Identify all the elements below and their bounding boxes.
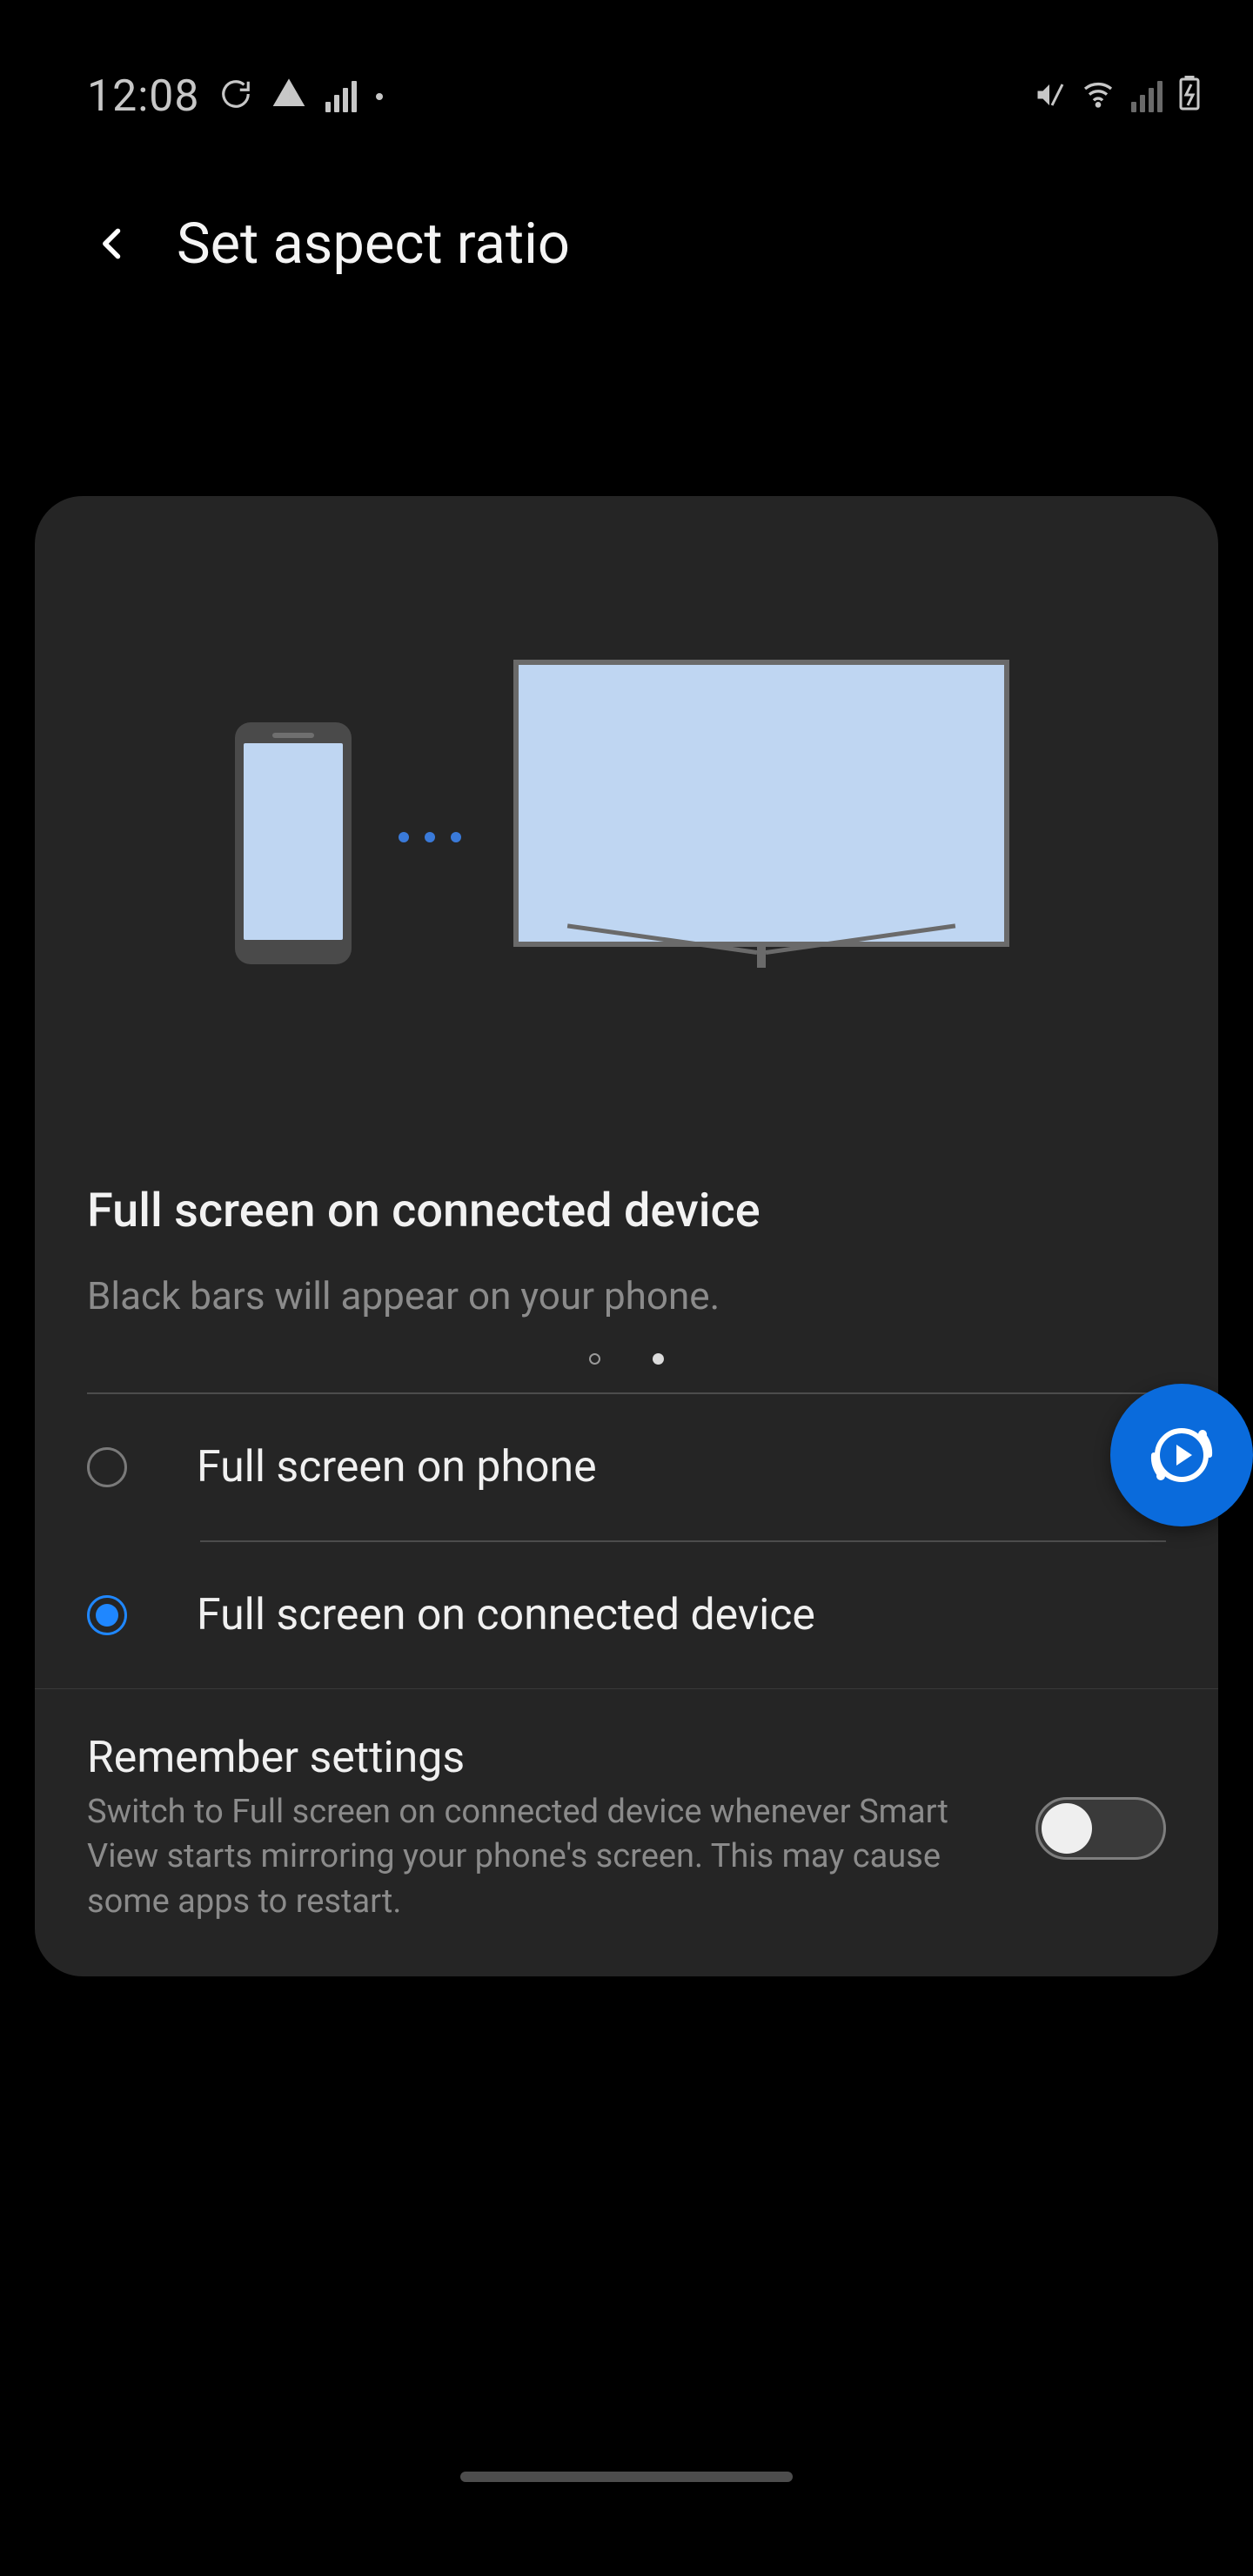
remember-settings-row[interactable]: Remember settings Switch to Full screen …	[35, 1689, 1218, 1924]
signal-primary-icon	[325, 81, 357, 112]
preview-subline: Black bars will appear on your phone.	[87, 1273, 1166, 1318]
radio-unchecked-icon	[87, 1447, 127, 1487]
gesture-handle[interactable]	[460, 2472, 793, 2482]
option-label: Full screen on connected device	[197, 1590, 815, 1640]
warning-icon	[271, 71, 306, 122]
smart-view-fab[interactable]	[1110, 1384, 1253, 1526]
preview-headline: Full screen on connected device	[87, 1184, 1166, 1238]
signal-secondary-icon	[1131, 81, 1163, 112]
app-header: Set aspect ratio	[0, 131, 1253, 357]
page-dot	[589, 1353, 600, 1365]
smart-view-icon	[1140, 1413, 1223, 1497]
status-bar-right	[1034, 71, 1201, 122]
page-title: Set aspect ratio	[177, 211, 570, 277]
toggle-knob	[1042, 1803, 1092, 1854]
battery-charging-icon	[1178, 71, 1201, 122]
chevron-left-icon	[94, 218, 132, 270]
status-bar: 12:08	[0, 0, 1253, 131]
status-bar-left: 12:08	[87, 71, 383, 122]
option-full-screen-phone[interactable]: Full screen on phone	[35, 1394, 1218, 1540]
back-button[interactable]	[83, 213, 144, 274]
sync-icon	[219, 71, 252, 122]
phone-graphic	[235, 722, 352, 964]
remember-settings-description: Switch to Full screen on connected devic…	[87, 1790, 1001, 1924]
option-full-screen-connected-device[interactable]: Full screen on connected device	[35, 1542, 1218, 1688]
settings-card: Full screen on connected device Black ba…	[35, 496, 1218, 1976]
wifi-icon	[1081, 71, 1116, 122]
preview-description: Full screen on connected device Black ba…	[35, 1070, 1218, 1318]
cast-dots-icon	[399, 832, 461, 842]
tv-graphic	[513, 660, 1009, 985]
radio-checked-icon	[87, 1595, 127, 1635]
aspect-ratio-illustration[interactable]	[35, 496, 1218, 1070]
remember-settings-title: Remember settings	[87, 1733, 1001, 1783]
remember-settings-toggle[interactable]	[1035, 1797, 1166, 1860]
page-indicator	[35, 1353, 1218, 1365]
status-separator-dot	[376, 93, 383, 100]
page-dot-active	[653, 1353, 664, 1365]
clock: 12:08	[87, 71, 200, 122]
option-label: Full screen on phone	[197, 1442, 597, 1493]
mute-icon	[1034, 71, 1065, 122]
